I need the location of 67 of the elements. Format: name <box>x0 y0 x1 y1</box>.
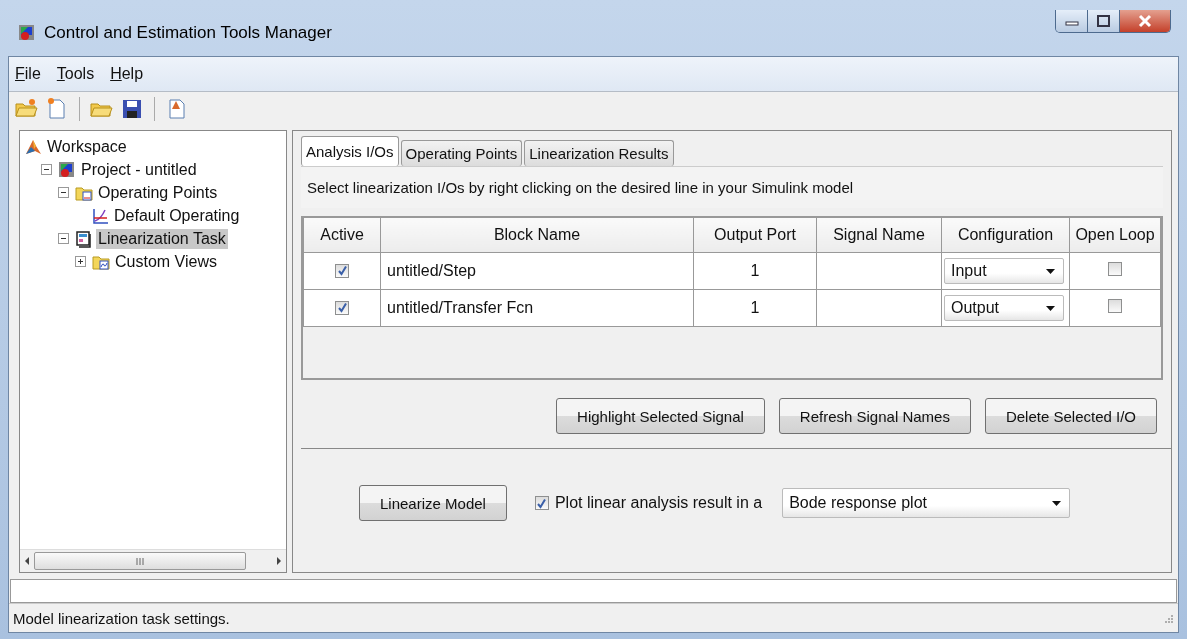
new-document-icon[interactable] <box>48 98 65 119</box>
checkbox[interactable] <box>1108 262 1122 276</box>
menu-item[interactable]: Tools <box>56 65 95 83</box>
minus-icon <box>43 166 50 173</box>
tree-item[interactable]: Linearization Task <box>96 228 228 249</box>
action-button[interactable]: Highlight Selected Signal <box>556 398 765 434</box>
table-cell: untitled/Step <box>380 252 694 290</box>
minimize-button[interactable] <box>1056 10 1088 32</box>
action-button[interactable]: Delete Selected I/O <box>984 398 1157 434</box>
export-document-icon[interactable] <box>169 99 185 119</box>
tree-item[interactable]: Custom Views <box>113 251 219 272</box>
scroll-left-icon <box>24 556 30 566</box>
close-icon <box>1138 14 1152 28</box>
column-header[interactable]: Output Port <box>693 218 817 253</box>
expander[interactable] <box>75 256 86 267</box>
window-title: Control and Estimation Tools Manager <box>44 23 333 43</box>
menu-item[interactable]: File <box>15 65 41 83</box>
column-header[interactable]: Block Name <box>380 218 694 253</box>
table-cell: 1 <box>693 289 817 327</box>
menu-item[interactable]: Help <box>110 65 144 83</box>
checkbox[interactable] <box>1108 299 1122 313</box>
dropdown-arrow-icon <box>1046 268 1055 274</box>
document-icon <box>75 229 93 248</box>
tree-item[interactable]: Operating Points <box>96 182 220 203</box>
checkbox[interactable] <box>534 496 549 510</box>
minus-icon <box>60 189 67 196</box>
expander[interactable] <box>58 233 69 244</box>
tab[interactable]: Linearization Results <box>524 140 674 166</box>
maximize-button[interactable] <box>1088 10 1120 32</box>
close-button[interactable] <box>1120 10 1170 32</box>
checkbox[interactable] <box>335 263 349 278</box>
linearize-button[interactable]: Linearize Model <box>359 485 507 521</box>
tab[interactable]: Analysis I/Os <box>301 136 399 166</box>
horizontal-scrollbar[interactable] <box>20 549 286 572</box>
dropdown-arrow-icon <box>1052 500 1062 506</box>
save-icon[interactable] <box>123 100 141 118</box>
column-header[interactable]: Open Loop <box>1069 218 1161 253</box>
maximize-icon <box>1097 15 1110 27</box>
project-icon <box>58 160 76 179</box>
plot-type-dropdown[interactable]: Bode response plot <box>782 488 1071 518</box>
tree-item[interactable]: Default Operating <box>112 205 242 226</box>
minus-icon <box>60 235 67 242</box>
table-cell: 1 <box>693 252 817 290</box>
plus-icon <box>77 258 84 265</box>
configuration-dropdown[interactable]: Output <box>944 295 1064 321</box>
plot-icon <box>91 206 109 225</box>
expander[interactable] <box>58 187 69 198</box>
app-icon <box>18 24 36 42</box>
resize-grip-icon <box>1163 612 1174 624</box>
grip-icon <box>136 556 144 566</box>
configuration-dropdown[interactable]: Input <box>944 258 1064 284</box>
scroll-right-icon <box>276 556 282 566</box>
dropdown-arrow-icon <box>1046 305 1055 311</box>
table-cell: untitled/Transfer Fcn <box>380 289 694 327</box>
scroll-thumb[interactable] <box>34 552 246 570</box>
column-header[interactable]: Configuration <box>941 218 1070 253</box>
status-field[interactable] <box>10 579 1177 603</box>
tree-item[interactable]: Project - untitled <box>79 159 199 180</box>
expander[interactable] <box>41 164 52 175</box>
checkbox-label: Plot linear analysis result in a <box>554 494 763 512</box>
checkbox[interactable] <box>335 300 349 315</box>
status-message: Model linearization task settings. <box>13 609 230 627</box>
column-header[interactable]: Active <box>303 218 381 253</box>
action-button[interactable]: Refresh Signal Names <box>778 398 971 434</box>
tab[interactable]: Operating Points <box>400 140 523 166</box>
column-header[interactable]: Signal Name <box>816 218 942 253</box>
tree-item[interactable]: Workspace <box>45 136 129 157</box>
